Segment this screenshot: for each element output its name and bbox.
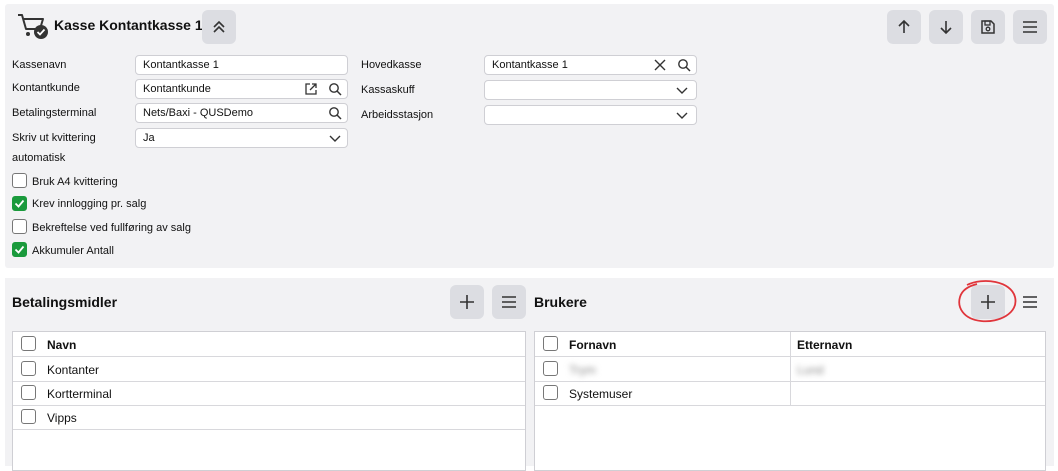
collapse-button[interactable] (202, 10, 236, 44)
checkmark-icon (14, 245, 25, 254)
page-title: Kasse Kontantkasse 1 (54, 17, 203, 33)
column-divider (790, 381, 791, 405)
highlight-circle-annotation (958, 280, 1017, 323)
row-checkbox[interactable] (21, 409, 36, 424)
arbeidsstasjon-select[interactable] (484, 105, 697, 125)
plus-icon (460, 295, 474, 309)
move-down-button[interactable] (929, 10, 963, 44)
hamburger-icon (1023, 21, 1037, 33)
hovedkasse-input[interactable]: Kontantkasse 1 (484, 55, 697, 75)
checkbox-bekreftelse-label: Bekreftelse ved fullføring av salg (32, 222, 191, 234)
checkbox-krev-innlogging[interactable] (12, 196, 27, 211)
row-checkbox[interactable] (21, 385, 36, 400)
row-checkbox[interactable] (21, 361, 36, 376)
clear-icon[interactable] (653, 58, 667, 72)
betalingsterminal-value: Nets/Baxi - QUSDemo (143, 107, 254, 119)
double-chevron-up-icon (213, 20, 225, 33)
column-header-navn[interactable]: Navn (47, 338, 76, 352)
save-icon (981, 20, 995, 34)
kontantkunde-label: Kontantkunde (12, 82, 80, 94)
cell-fornavn: Systemuser (569, 387, 633, 401)
table-row[interactable]: Systemuser (535, 381, 1045, 406)
arrow-up-icon (898, 19, 910, 33)
skriv-ut-select[interactable]: Ja (135, 128, 348, 148)
chevron-down-icon (676, 112, 688, 119)
skriv-ut-value: Ja (143, 132, 155, 144)
skriv-ut-label-line2: automatisk (12, 152, 66, 164)
chevron-down-icon (676, 87, 688, 94)
cell-navn: Kortterminal (47, 387, 112, 401)
hovedkasse-label: Hovedkasse (361, 59, 422, 71)
betalingsterminal-label: Betalingsterminal (12, 107, 97, 119)
checkbox-bruk-a4-label: Bruk A4 kvittering (32, 176, 118, 188)
cell-etternavn: Lund (797, 363, 824, 377)
search-icon[interactable] (328, 106, 342, 120)
select-all-checkbox[interactable] (21, 336, 36, 351)
external-link-icon[interactable] (304, 82, 318, 96)
checkbox-akkumuler-antall[interactable] (12, 242, 27, 257)
checkbox-krev-innlogging-label: Krev innlogging pr. salg (32, 198, 147, 210)
cell-navn: Kontanter (47, 363, 100, 377)
kassaskuff-label: Kassaskuff (361, 84, 415, 96)
cell-fornavn: Trym (569, 363, 596, 377)
table-header-row: Fornavn Etternavn (535, 332, 1045, 357)
betalingsmidler-table: Navn Kontanter Kortterminal Vipps (12, 331, 526, 471)
column-divider (790, 357, 791, 381)
search-icon[interactable] (328, 82, 342, 96)
column-divider (790, 332, 791, 356)
chevron-down-icon (329, 135, 341, 142)
checkbox-bekreftelse[interactable] (12, 219, 27, 234)
checkbox-bruk-a4[interactable] (12, 173, 27, 188)
column-header-fornavn[interactable]: Fornavn (569, 338, 616, 352)
brukere-title: Brukere (534, 294, 587, 310)
hamburger-icon (502, 296, 516, 308)
cash-register-cart-icon (16, 11, 50, 41)
checkmark-icon (14, 199, 25, 208)
brukere-table: Fornavn Etternavn Trym Lund Systemuser (534, 331, 1046, 471)
row-checkbox[interactable] (543, 385, 558, 400)
save-button[interactable] (971, 10, 1005, 44)
table-row[interactable]: Kortterminal (13, 381, 525, 406)
kontantkunde-input[interactable]: Kontantkunde (135, 79, 348, 99)
hovedkasse-value: Kontantkasse 1 (492, 59, 568, 71)
betalingsmidler-title: Betalingsmidler (12, 294, 118, 310)
kassaskuff-select[interactable] (484, 80, 697, 100)
menu-button[interactable] (1013, 10, 1047, 44)
skriv-ut-label-line1: Skriv ut kvittering (12, 132, 96, 144)
arbeidsstasjon-label: Arbeidsstasjon (361, 109, 434, 121)
kassenavn-label: Kassenavn (12, 59, 67, 71)
table-row[interactable]: Kontanter (13, 357, 525, 382)
checkbox-akkumuler-antall-label: Akkumuler Antall (32, 245, 114, 257)
move-up-button[interactable] (887, 10, 921, 44)
select-all-checkbox[interactable] (543, 336, 558, 351)
add-betalingsmiddel-button[interactable] (450, 285, 484, 319)
table-row[interactable]: Trym Lund (535, 357, 1045, 382)
arrow-down-icon (940, 21, 952, 35)
row-checkbox[interactable] (543, 361, 558, 376)
table-row[interactable]: Vipps (13, 405, 525, 430)
betalingsterminal-input[interactable]: Nets/Baxi - QUSDemo (135, 103, 348, 123)
hamburger-icon (1023, 296, 1037, 308)
kassenavn-input[interactable]: Kontantkasse 1 (135, 55, 348, 75)
table-header-row: Navn (13, 332, 525, 357)
betalingsmidler-menu-button[interactable] (492, 285, 526, 319)
column-header-etternavn[interactable]: Etternavn (797, 338, 852, 352)
cell-navn: Vipps (47, 411, 77, 425)
kassenavn-value: Kontantkasse 1 (143, 59, 219, 71)
search-icon[interactable] (677, 58, 691, 72)
kontantkunde-value: Kontantkunde (143, 83, 211, 95)
